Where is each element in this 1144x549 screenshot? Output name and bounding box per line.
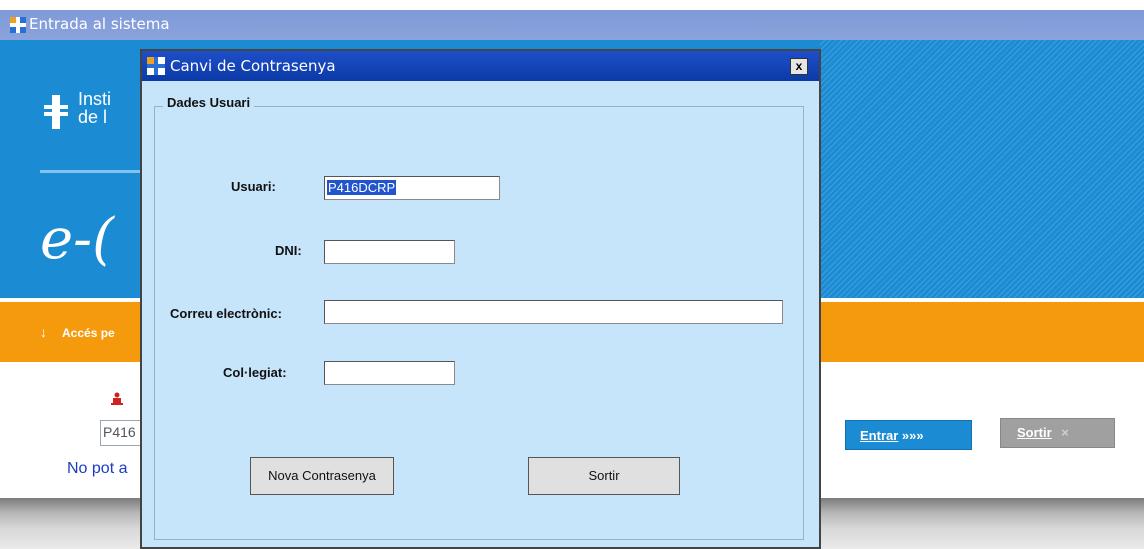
institute-name-line1: Insti (78, 89, 112, 109)
exit-main-button[interactable]: Sortir × (1000, 418, 1115, 448)
dialog-titlebar[interactable]: Canvi de Contrasenya x (142, 51, 819, 81)
usuari-label: Usuari: (231, 179, 276, 194)
exit-main-label: Sortir (1017, 425, 1052, 440)
app-cross-icon (10, 17, 26, 33)
new-password-button[interactable]: Nova Contrasenya (250, 457, 394, 495)
main-window-title: Entrada al sistema (29, 15, 170, 33)
dialog-title: Canvi de Contrasenya (170, 57, 336, 75)
dialog-app-icon (147, 57, 165, 75)
usuari-field-value: P416DCRP (327, 180, 397, 195)
screen: Entrada al sistema Insti de l e-( ↓ Accé… (0, 0, 1144, 549)
banner-divider (40, 170, 140, 173)
enter-arrows-icon: »»» (901, 428, 924, 443)
institute-name: Insti de l (78, 90, 111, 126)
banner-stripes (820, 40, 1144, 298)
access-label: Accés pe (62, 326, 115, 340)
close-x-icon: × (1061, 425, 1069, 440)
login-username-field[interactable]: P416 (100, 420, 145, 446)
email-label: Correu electrònic: (170, 306, 282, 321)
email-field[interactable] (324, 300, 783, 324)
collegiat-label: Col·legiat: (223, 365, 287, 380)
user-data-group-label: Dades Usuari (163, 95, 255, 110)
dni-label: DNI: (275, 243, 302, 258)
dialog-close-button[interactable]: x (790, 58, 808, 75)
institute-logo-icon (44, 95, 68, 129)
dni-field[interactable] (324, 240, 455, 264)
close-icon: x (795, 59, 803, 73)
change-password-dialog: Canvi de Contrasenya x Dades Usuari Usua… (140, 49, 821, 549)
e-logo: e-( (40, 207, 114, 272)
enter-button-label: Entrar (860, 428, 899, 443)
dialog-exit-button[interactable]: Sortir (528, 457, 680, 495)
main-window-titlebar[interactable]: Entrada al sistema (0, 10, 1144, 40)
usuari-field[interactable]: P416DCRP (324, 176, 500, 200)
collegiat-field[interactable] (324, 361, 455, 385)
institute-name-line2: de l (78, 107, 108, 127)
enter-button[interactable]: Entrar »»» (845, 420, 972, 450)
arrow-down-icon: ↓ (40, 324, 47, 340)
user-icon (111, 392, 123, 405)
forgot-access-link[interactable]: No pot a (67, 460, 127, 478)
